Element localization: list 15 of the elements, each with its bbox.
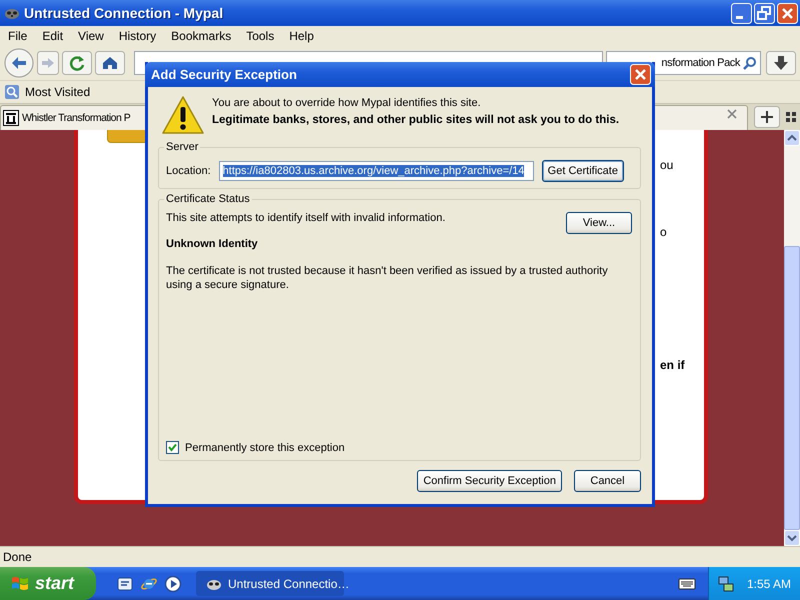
status-text: This site attempts to identify itself with invalid information. [166, 212, 446, 224]
group-label: Server [164, 141, 200, 153]
intro-text: You are about to override how Mypal identifies this site. [212, 97, 482, 109]
page-text: o [660, 225, 667, 239]
group-label: Certificate Status [164, 193, 252, 205]
page-text: ou [660, 158, 674, 172]
dialog-title: Add Security Exception [151, 67, 297, 82]
status-text: Done [3, 550, 32, 564]
detail-text: The certificate is not trusted because it hasn't been verified as issued by a trusted authority using a secure signature. [166, 264, 609, 292]
window-title: Untrusted Connection - Mypal [24, 5, 224, 21]
page-text: en if [660, 358, 685, 372]
warning-text: Legitimate banks, stores, and other public sites will not ask you to do this. [212, 114, 620, 126]
identity-heading: Unknown Identity [166, 238, 259, 250]
clock: 1:55 AM [747, 576, 792, 590]
field-label: Location: [166, 165, 211, 177]
